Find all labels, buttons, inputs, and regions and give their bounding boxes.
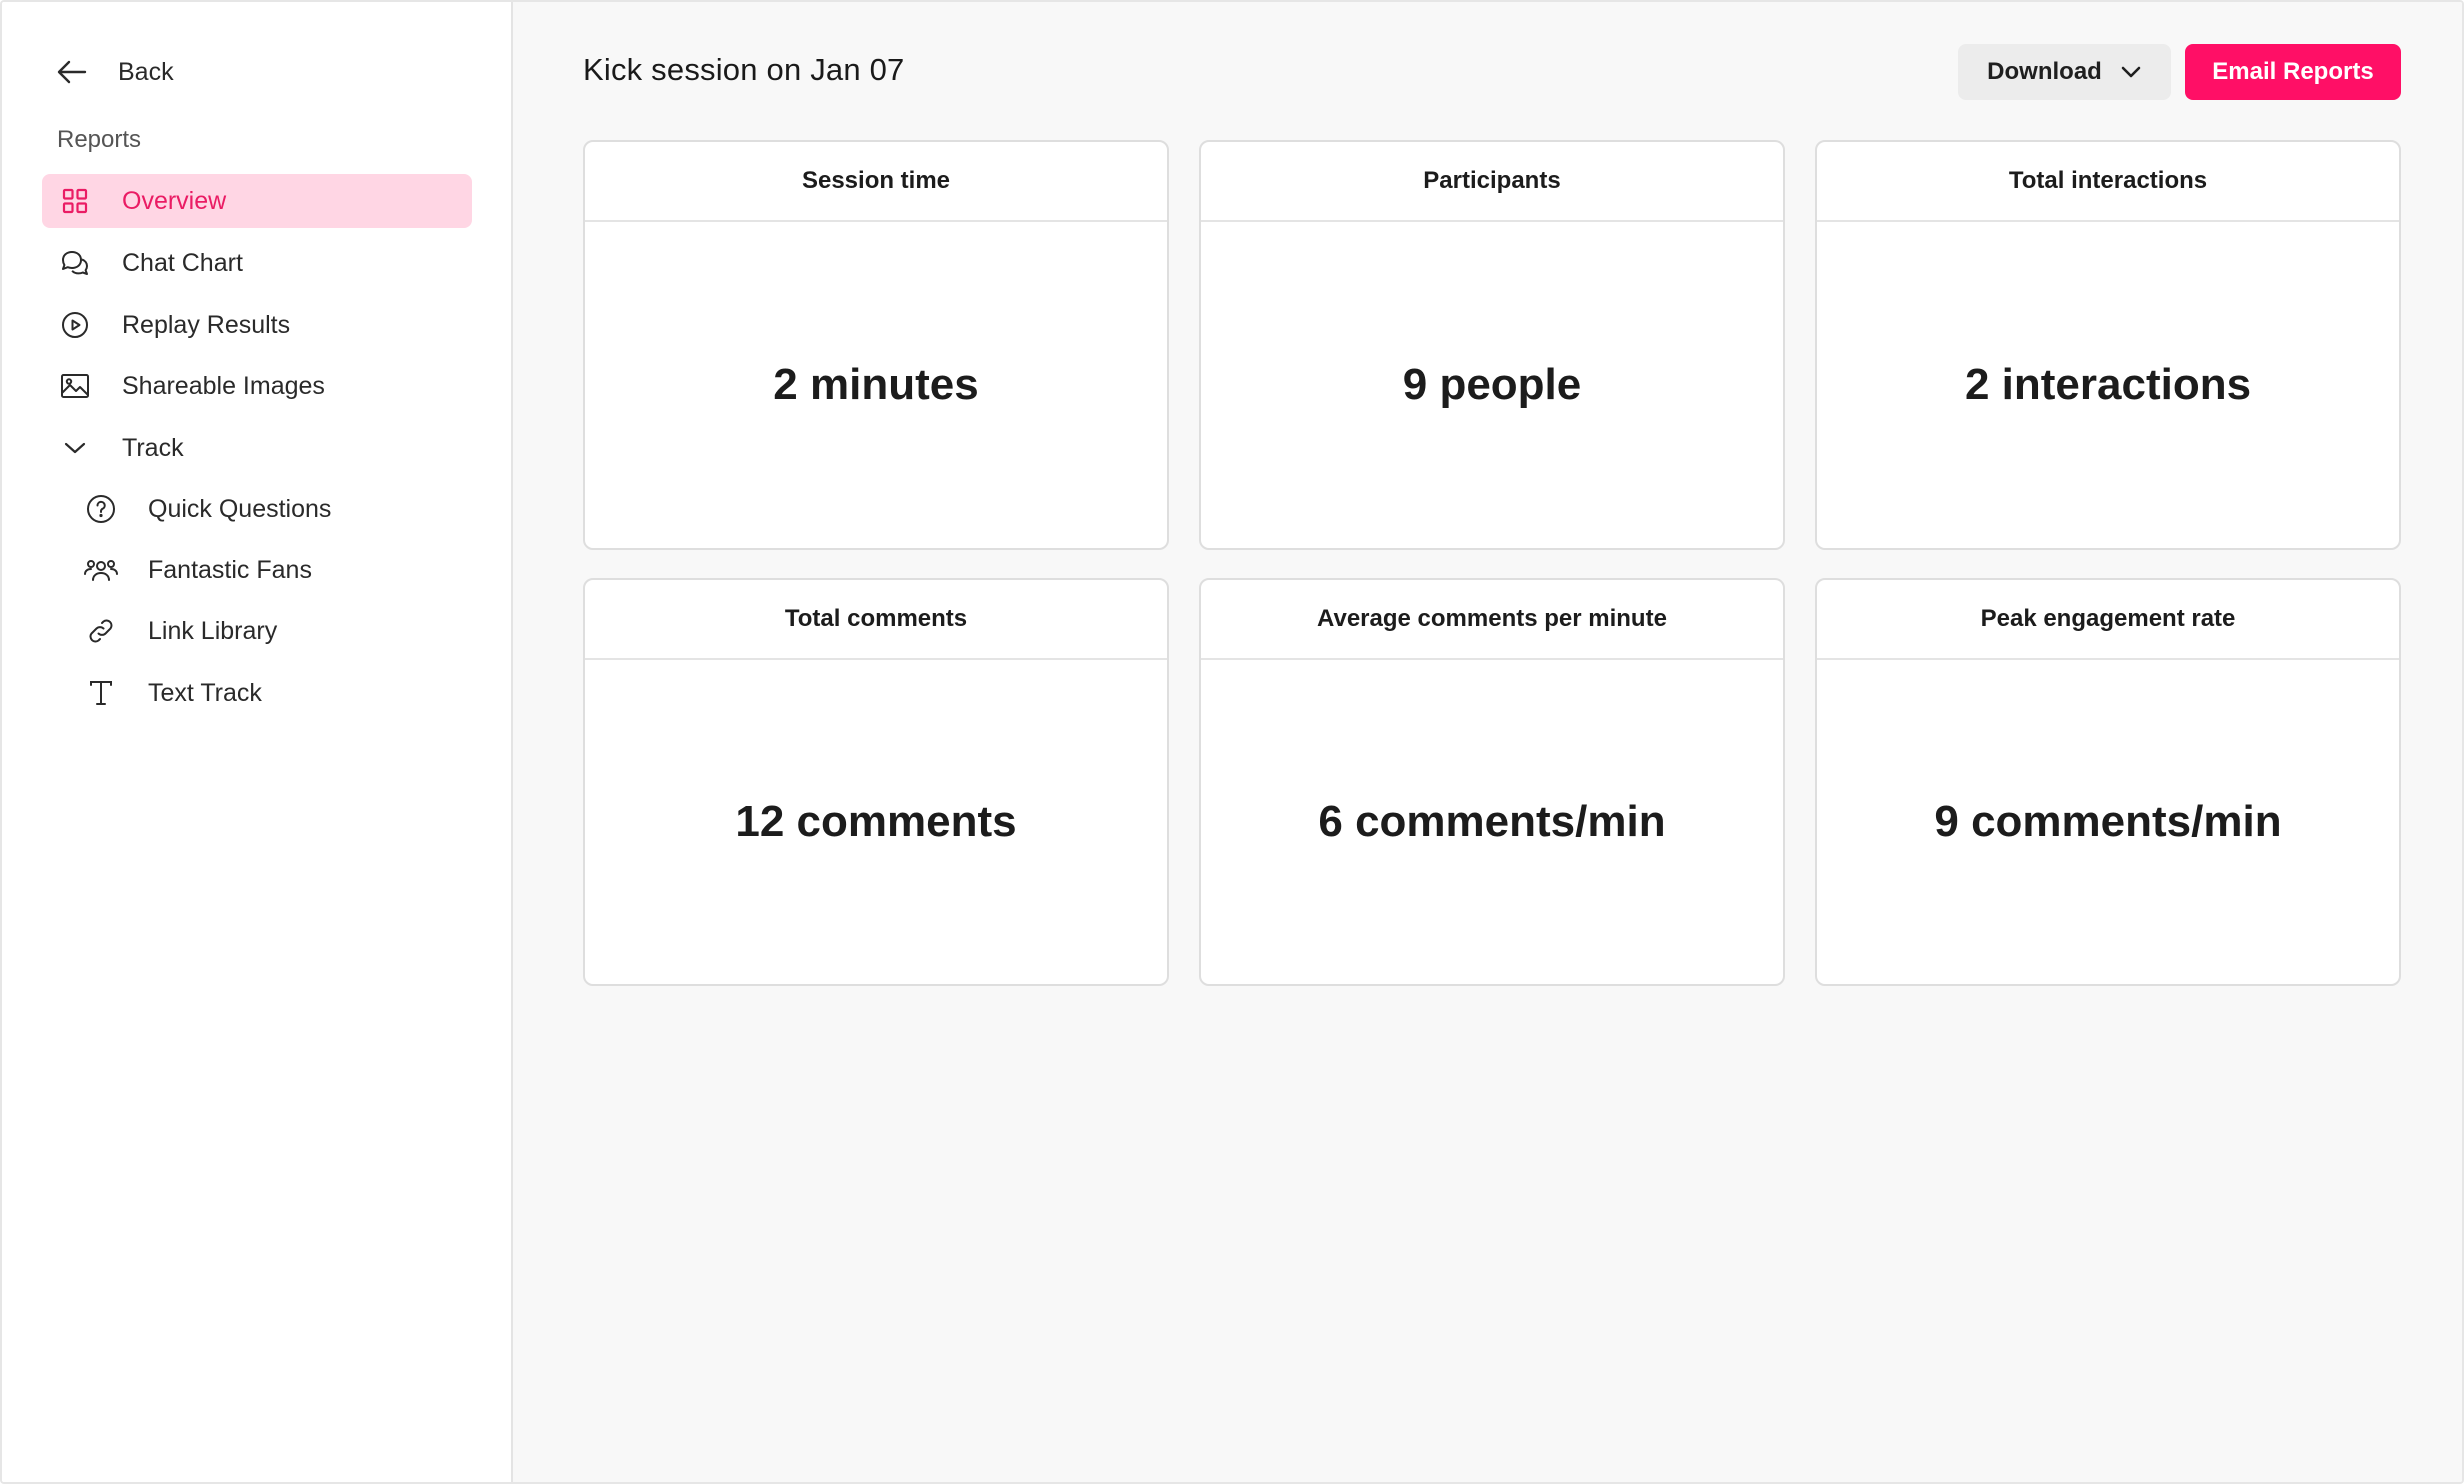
stat-card-session-time: Session time 2 minutes (583, 140, 1169, 550)
sidebar-item-label: Quick Questions (148, 494, 332, 523)
card-value: 2 minutes (773, 360, 979, 409)
stat-card-total-comments: Total comments 12 comments (583, 578, 1169, 986)
email-reports-button[interactable]: Email Reports (2185, 44, 2401, 100)
card-value: 2 interactions (1964, 360, 2252, 409)
sidebar-item-label: Text Track (148, 678, 262, 707)
card-title: Participants (1201, 142, 1783, 222)
sidebar-item-label: Overview (122, 186, 227, 215)
question-circle-icon (84, 492, 118, 526)
sidebar-item-replay-results[interactable]: Replay Results (42, 298, 472, 352)
stat-card-peak-engagement: Peak engagement rate 9 comments/min (1815, 578, 2401, 986)
card-value: 9 people (1402, 360, 1582, 409)
stat-card-participants: Participants 9 people (1199, 140, 1785, 550)
app-window: Back Reports Overview Chat Chart Replay … (0, 0, 2464, 1484)
sidebar-item-label: Link Library (148, 616, 278, 645)
card-title: Average comments per minute (1201, 580, 1783, 660)
card-value: 9 comments/min (1934, 797, 2282, 846)
sidebar-item-label: Replay Results (122, 310, 291, 339)
sidebar-item-label: Track (122, 433, 184, 462)
chevron-down-icon (58, 431, 92, 465)
sidebar-item-fantastic-fans[interactable]: Fantastic Fans (42, 543, 472, 597)
email-reports-label: Email Reports (2212, 58, 2374, 85)
sidebar: Back Reports Overview Chat Chart Replay … (2, 2, 513, 1482)
card-value: 12 comments (735, 797, 1017, 846)
stat-card-total-interactions: Total interactions 2 interactions (1815, 140, 2401, 550)
sidebar-item-chat-chart[interactable]: Chat Chart (42, 236, 472, 290)
back-button[interactable]: Back (54, 50, 174, 94)
link-icon (84, 614, 118, 648)
sidebar-item-label: Fantastic Fans (148, 555, 312, 584)
sidebar-item-label: Shareable Images (122, 371, 325, 400)
download-label: Download (1987, 58, 2102, 85)
sidebar-item-label: Chat Chart (122, 248, 243, 277)
grid-icon (58, 184, 92, 218)
stat-card-average-comments: Average comments per minute 6 comments/m… (1199, 578, 1785, 986)
arrow-left-icon (54, 54, 90, 90)
sidebar-item-overview[interactable]: Overview (42, 174, 472, 228)
image-icon (58, 369, 92, 403)
sidebar-item-quick-questions[interactable]: Quick Questions (42, 482, 472, 536)
sidebar-item-track[interactable]: Track (42, 421, 472, 475)
page-title: Kick session on Jan 07 (583, 52, 905, 87)
download-button[interactable]: Download (1958, 44, 2171, 100)
sidebar-item-link-library[interactable]: Link Library (42, 604, 472, 658)
text-icon (84, 676, 118, 710)
sidebar-item-shareable-images[interactable]: Shareable Images (42, 359, 472, 413)
stats-grid: Session time 2 minutes Participants 9 pe… (583, 140, 2401, 986)
sidebar-item-text-track[interactable]: Text Track (42, 666, 472, 720)
card-title: Peak engagement rate (1817, 580, 2399, 660)
users-icon (84, 553, 118, 587)
chat-icon (58, 246, 92, 280)
chevron-down-icon (2120, 58, 2142, 86)
main-content: Kick session on Jan 07 Download Email Re… (513, 2, 2462, 1482)
card-title: Total interactions (1817, 142, 2399, 222)
card-title: Session time (585, 142, 1167, 222)
play-circle-icon (58, 308, 92, 342)
card-value: 6 comments/min (1318, 797, 1666, 846)
reports-section-label: Reports (57, 126, 142, 153)
back-label: Back (118, 57, 174, 86)
card-title: Total comments (585, 580, 1167, 660)
